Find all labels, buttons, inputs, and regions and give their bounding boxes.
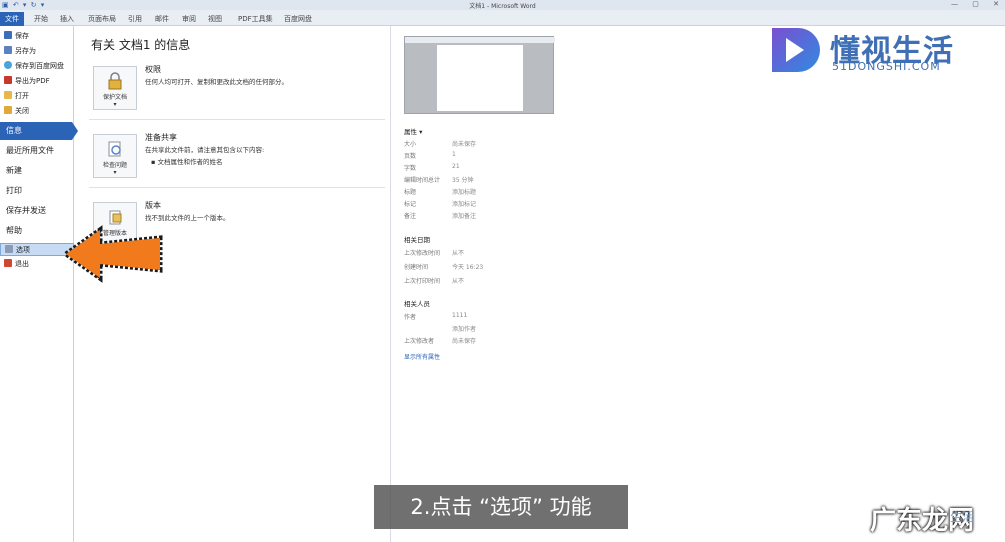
page-title: 有关 文档1 的信息 (91, 38, 191, 52)
preview-toolbar (405, 37, 555, 43)
open-folder-icon (4, 91, 12, 99)
related-dates-header: 相关日期 (404, 236, 430, 244)
lock-icon (108, 72, 122, 90)
close-window-button[interactable]: ✕ (993, 0, 999, 8)
panel-divider (390, 26, 391, 542)
tab-view[interactable]: 视图 (208, 14, 222, 24)
show-all-properties-link[interactable]: 显示所有属性 (404, 352, 604, 361)
sidebar-item-save[interactable]: 保存 (0, 30, 74, 43)
protect-document-button[interactable]: 保护文档 ▾ (93, 66, 137, 110)
permissions-title: 权限 (145, 65, 161, 74)
sidebar-item-print[interactable]: 打印 (0, 182, 74, 200)
save-icon (4, 31, 12, 39)
logo-mark-icon (772, 28, 820, 72)
save-as-icon (4, 46, 12, 54)
tab-mailings[interactable]: 邮件 (155, 14, 169, 24)
inspect-icon (108, 141, 121, 157)
sidebar-item-info[interactable]: 信息 (0, 122, 78, 140)
prepare-share-title: 准备共享 (145, 133, 177, 142)
tab-page-layout[interactable]: 页面布局 (88, 14, 116, 24)
sidebar-item-export-pdf[interactable]: 导出为PDF (0, 75, 74, 88)
prepare-share-section: 检查问题 ▾ 准备共享 在共享此文件前，请注意其包含以下内容: ▪ 文档属性和作者… (89, 126, 385, 188)
tab-baidu-netdisk[interactable]: 百度网盘 (284, 14, 312, 24)
tab-review[interactable]: 审阅 (182, 14, 196, 24)
tutorial-caption: 2.点击 “选项” 功能 (374, 485, 628, 529)
sidebar-item-recent[interactable]: 最近所用文件 (0, 142, 74, 160)
sidebar-item-open[interactable]: 打开 (0, 90, 74, 103)
versions-title: 版本 (145, 201, 161, 210)
watermark-secondary: 生活 (950, 510, 975, 524)
tab-references[interactable]: 引用 (128, 14, 142, 24)
logo-domain: 51DONGSHI.COM (832, 60, 941, 73)
pdf-icon (4, 76, 12, 84)
backstage-sidebar: 保存 另存为 保存到百度网盘 导出为PDF 打开 关闭 信息 最近所用文件 新建… (0, 26, 78, 542)
related-people-header: 相关人员 (404, 300, 430, 308)
sidebar-item-save-as[interactable]: 另存为 (0, 45, 74, 58)
sidebar-item-close[interactable]: 关闭 (0, 105, 74, 118)
tab-home[interactable]: 开始 (34, 14, 48, 24)
permissions-section: 保护文档 ▾ 权限 任何人均可打开、复制和更改此文档的任何部分。 (89, 58, 385, 120)
permissions-desc: 任何人均可打开、复制和更改此文档的任何部分。 (145, 78, 288, 86)
sidebar-item-new[interactable]: 新建 (0, 162, 74, 180)
preview-page (437, 45, 523, 111)
minimize-button[interactable]: — (951, 0, 958, 8)
title-bar: ▣ ↶ ▾ ↻ ▾ 文档1 - Microsoft Word — ▢ ✕ (0, 0, 1005, 10)
check-issues-button[interactable]: 检查问题 ▾ (93, 134, 137, 178)
pointer-arrow-icon (61, 225, 163, 283)
cloud-save-icon (4, 61, 12, 69)
prepare-share-bullet: ▪ 文档属性和作者的姓名 (151, 158, 223, 166)
window-title: 文档1 - Microsoft Word (469, 3, 536, 10)
info-panel: 有关 文档1 的信息 保护文档 ▾ 权限 任何人均可打开、复制和更改此文档的任何部… (75, 26, 390, 542)
exit-icon (4, 259, 12, 267)
properties-header[interactable]: 属性 ▾ (404, 126, 604, 136)
versions-desc: 找不到此文件的上一个版本。 (145, 214, 230, 222)
maximize-button[interactable]: ▢ (972, 0, 979, 8)
sidebar-item-save-send[interactable]: 保存并发送 (0, 202, 74, 220)
close-doc-icon (4, 106, 12, 114)
prepare-share-desc: 在共享此文件前，请注意其包含以下内容: (145, 146, 265, 154)
document-preview[interactable] (404, 36, 555, 114)
tab-insert[interactable]: 插入 (60, 14, 74, 24)
tab-file[interactable]: 文件 (0, 12, 24, 26)
sidebar-item-save-to-cloud[interactable]: 保存到百度网盘 (0, 60, 74, 73)
options-icon (5, 245, 13, 253)
properties-panel: 属性 ▾ 大小 尚未保存 页数 1 字数 21 编辑时间总计 35 分钟 标题 添加标题 … (404, 126, 604, 366)
site-logo: 懂视生活 51DONGSHI.COM (768, 24, 968, 76)
tab-pdf-tools[interactable]: PDF工具集 (238, 14, 273, 24)
window-controls: — ▢ ✕ (939, 0, 999, 8)
